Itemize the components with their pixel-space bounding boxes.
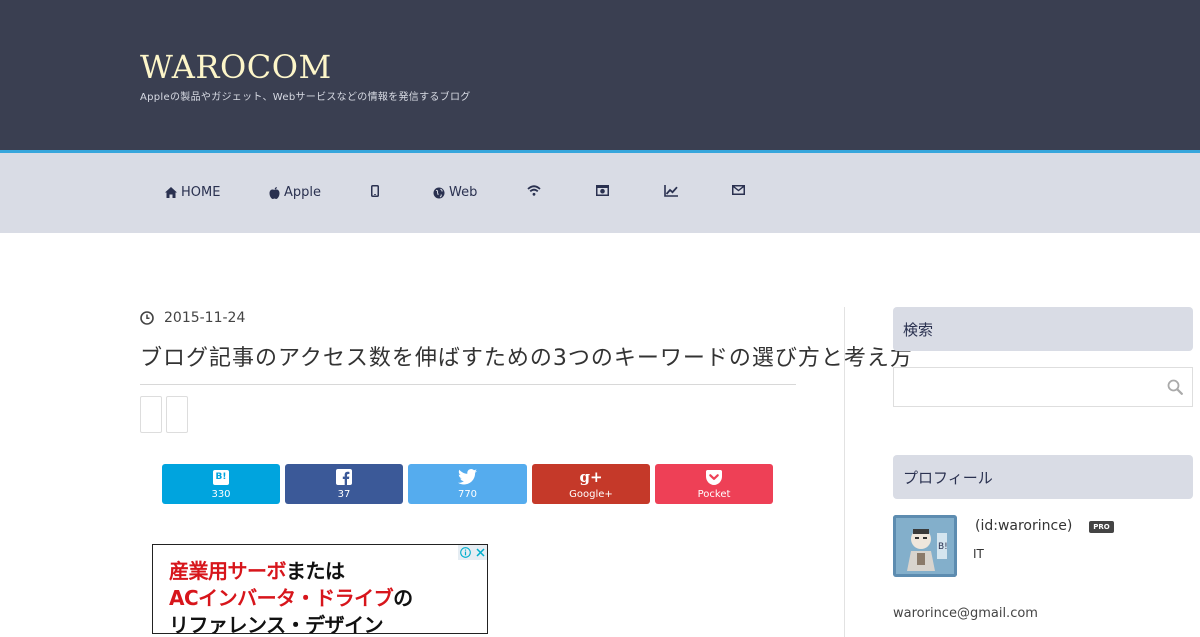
share-button-hatena[interactable]: B! 330 xyxy=(162,464,280,504)
ad-line-3: リファレンス・デザイン xyxy=(169,609,384,634)
mail-icon xyxy=(732,185,745,195)
share-count-twitter: 770 xyxy=(457,489,478,500)
advertisement-banner[interactable]: 産業用サーボまたは ACインバータ・ドライブの リファレンス・デザイン xyxy=(152,544,488,634)
clock-icon xyxy=(140,311,154,325)
nav-item-apple[interactable]: Apple xyxy=(269,185,321,200)
ad-text: の xyxy=(393,586,413,610)
column-divider xyxy=(844,307,845,637)
share-label-pocket: Pocket xyxy=(697,489,731,500)
pro-badge: PRO xyxy=(1089,521,1114,533)
camera-icon xyxy=(596,185,609,196)
ad-text: ACインバータ・ドライブ xyxy=(169,586,394,610)
globe-icon xyxy=(433,187,445,198)
mobile-icon xyxy=(371,185,379,197)
category-tag[interactable] xyxy=(166,396,188,433)
nav-item-mobile[interactable] xyxy=(371,185,379,197)
ad-text: 産業用サーボ xyxy=(169,559,287,583)
avatar[interactable]: B! xyxy=(893,515,957,577)
sidebar-profile-heading: プロフィール xyxy=(893,455,1193,499)
googleplus-icon: g+ xyxy=(579,468,603,486)
article-date[interactable]: 2015-11-24 xyxy=(164,310,245,326)
site-description: Appleの製品やガジェット、Webサービスなどの情報を発信するブログ xyxy=(140,92,471,103)
chart-icon xyxy=(664,185,678,197)
ad-close-icon[interactable] xyxy=(473,545,487,560)
ad-line-1: 産業用サーボまたは xyxy=(169,555,345,584)
sidebar-search-heading: 検索 xyxy=(893,307,1193,351)
category-tag[interactable] xyxy=(140,396,162,433)
nav-item-chart[interactable] xyxy=(664,185,678,197)
wifi-icon xyxy=(527,185,541,196)
nav-label-apple: Apple xyxy=(284,185,322,200)
search-input[interactable] xyxy=(893,367,1193,407)
nav-item-web[interactable]: Web xyxy=(433,185,477,200)
article-date-row: 2015-11-24 xyxy=(140,310,245,326)
ad-text: または xyxy=(286,559,345,583)
hatena-bookmark-icon: B! xyxy=(213,469,229,485)
share-button-twitter[interactable]: 770 xyxy=(408,464,527,504)
facebook-icon xyxy=(336,469,352,485)
ad-line-2: ACインバータ・ドライブの xyxy=(169,582,413,611)
nav-item-home[interactable]: HOME xyxy=(165,185,220,200)
nav-label-home: HOME xyxy=(181,185,221,200)
nav-label-web: Web xyxy=(449,185,478,200)
share-label-googleplus: Google+ xyxy=(569,489,613,500)
share-button-pocket[interactable]: Pocket xyxy=(655,464,773,504)
share-button-googleplus[interactable]: g+ Google+ xyxy=(532,464,650,504)
share-button-facebook[interactable]: 37 xyxy=(285,464,403,504)
home-icon xyxy=(165,187,177,198)
profile-description: IT xyxy=(973,547,984,561)
global-nav: HOME Apple Web xyxy=(0,153,1200,233)
site-header: WAROCOM Appleの製品やガジェット、Webサービスなどの情報を発信する… xyxy=(0,0,1200,150)
apple-icon xyxy=(269,186,280,199)
article-title[interactable]: ブログ記事のアクセス数を伸ばすための3つのキーワードの選び方と考え方 xyxy=(140,340,912,385)
search-icon[interactable] xyxy=(1167,379,1183,395)
svg-text:B!: B! xyxy=(938,542,948,552)
ad-text: リファレンス・デザイン xyxy=(169,613,384,634)
nav-item-camera[interactable] xyxy=(596,185,609,196)
share-count-hatena: 330 xyxy=(211,489,231,500)
nav-item-wifi[interactable] xyxy=(527,185,541,196)
profile-email: warorince@gmail.com xyxy=(893,606,1038,621)
profile-id[interactable]: (id:warorince) xyxy=(975,518,1072,534)
hatena-icon-label: B! xyxy=(215,472,227,482)
nav-item-mail[interactable] xyxy=(732,185,745,195)
twitter-icon xyxy=(458,469,477,485)
ad-info-icon[interactable] xyxy=(458,545,473,560)
site-title[interactable]: WAROCOM xyxy=(140,48,332,86)
pocket-icon xyxy=(706,469,722,485)
share-count-facebook: 37 xyxy=(337,489,351,500)
